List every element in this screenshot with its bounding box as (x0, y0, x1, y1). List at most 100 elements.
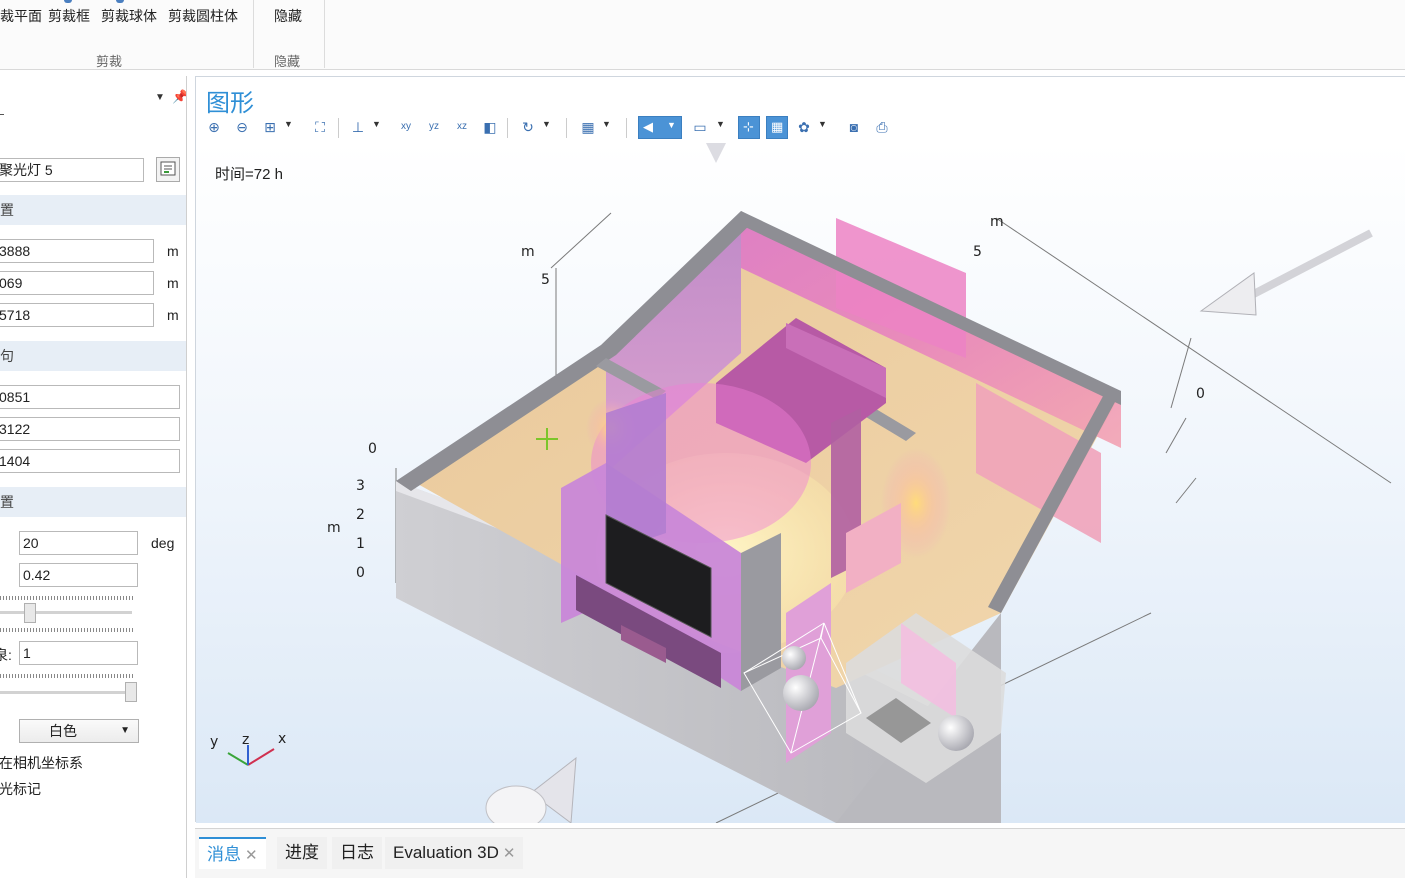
mesh-icon: ▦ (771, 119, 784, 134)
direction-section-header[interactable]: 句 (0, 341, 186, 371)
z-tick-label: 0 (356, 565, 365, 581)
pin-icon[interactable]: 📌 (172, 89, 186, 105)
chevron-down-icon[interactable]: ▼ (372, 119, 381, 129)
name-field[interactable]: 聚光灯 5 (0, 158, 144, 182)
go-to-view-icon[interactable]: ◧ (480, 117, 500, 137)
slider-ticks (0, 628, 133, 632)
bottom-light-cone[interactable] (485, 756, 577, 823)
zoom-out-icon[interactable]: ⊖ (232, 117, 252, 137)
direction-y-field[interactable]: 3122 (0, 417, 180, 441)
grid-toggle[interactable]: ⊹ (738, 116, 760, 139)
intensity-field[interactable]: 0.42 (19, 563, 138, 587)
axis-tick-label: 0 (368, 441, 377, 457)
clip-box-button[interactable]: 剪裁框 (48, 6, 90, 26)
point-light-marker-sphere[interactable] (938, 715, 974, 751)
tab-progress[interactable]: 进度 (277, 837, 327, 869)
chevron-down-icon: ▼ (120, 725, 130, 736)
xz-view-icon[interactable]: xz (452, 117, 472, 137)
triad-z-label: z (242, 732, 249, 748)
spread-slider-thumb[interactable] (125, 682, 137, 702)
ribbon-icon-stub (64, 0, 72, 3)
zoom-box-icon[interactable]: ⊞ (260, 117, 280, 137)
tab-messages-label: 消息 (207, 845, 241, 864)
spread-label: 泉: (0, 647, 12, 663)
graphics-toolbar: ⊕ ⊖ ⊞ ▼ ⛶ ⊥ ▼ xy yz xz ◧ ↻ ▼ ▦ ▼ ◀ ▼ ▭ ▼… (204, 115, 904, 141)
lights-button[interactable]: ◀ ▼ (638, 116, 682, 139)
scene-canvas: m 5 m 5 0 0 3 2 1 0 m x y z (210, 143, 1392, 823)
triad-x-label: x (278, 731, 286, 747)
close-icon[interactable]: ✕ (245, 847, 258, 864)
yz-view-icon[interactable]: yz (424, 117, 444, 137)
print-icon[interactable]: ⎙ (872, 117, 892, 137)
cone-angle-field[interactable]: 20 (19, 531, 138, 555)
intensity-slider-track[interactable] (0, 611, 132, 614)
toolbar-separator (626, 118, 627, 138)
chevron-down-icon[interactable]: ▼ (602, 119, 611, 129)
ribbon-divider (324, 0, 325, 68)
position-z-field[interactable]: 5718 (0, 303, 154, 327)
unit-label: m (167, 243, 179, 259)
mesh-toggle[interactable]: ▦ (766, 116, 788, 139)
clip-group-label: 剪裁 (96, 54, 123, 69)
direction-z-field[interactable]: 1404 (0, 449, 180, 473)
tab-messages[interactable]: 消息 ✕ (199, 837, 266, 869)
camera-coords-checkbox-label[interactable]: 在相机坐标系 (0, 753, 83, 773)
directional-light-arrow[interactable] (1199, 229, 1373, 316)
graphics-title: 图形 (206, 90, 254, 117)
label-options-icon[interactable] (156, 157, 180, 182)
direction-x-field[interactable]: 0851 (0, 385, 180, 409)
light-marker-checkbox-label[interactable]: 光标记 (0, 779, 41, 799)
grid-icon: ⊹ (743, 119, 754, 134)
tab-progress-label: 进度 (285, 843, 319, 862)
ribbon-divider (253, 0, 254, 68)
3d-viewport[interactable]: 时间=72 h m 5 m 5 0 0 3 2 1 0 m x y z (196, 143, 1405, 823)
clip-cylinder-button[interactable]: 剪裁圆柱体 (168, 6, 238, 26)
light-marker-sphere[interactable] (782, 646, 806, 670)
views-icon[interactable]: ▦ (578, 117, 598, 137)
spotlight-marker-sphere[interactable] (783, 675, 819, 711)
light-settings-section-header[interactable]: 置 (0, 487, 186, 517)
panel-menu-caret-icon[interactable]: ▼ (155, 92, 165, 103)
axes-icon[interactable]: ⊥ (348, 117, 368, 137)
color-select[interactable]: 白色 ▼ (19, 719, 139, 743)
rotate-icon[interactable]: ↻ (518, 117, 538, 137)
intensity-slider-thumb[interactable] (24, 603, 36, 623)
xy-view-icon[interactable]: xy (396, 117, 416, 137)
hide-button[interactable]: 隐藏 (274, 6, 302, 26)
z-tick-label: 3 (356, 478, 365, 494)
ribbon: 裁平面 剪裁框 剪裁球体 剪裁圆柱体 剪裁 隐藏 隐藏 (0, 0, 1405, 70)
chevron-down-icon[interactable]: ▼ (716, 119, 725, 129)
close-icon[interactable]: ✕ (503, 845, 516, 862)
zoom-in-icon[interactable]: ⊕ (204, 117, 224, 137)
clip-sphere-button[interactable]: 剪裁球体 (101, 6, 157, 26)
image-snapshot-icon[interactable]: ◙ (844, 117, 864, 137)
corridor-wall (786, 583, 831, 763)
triad-y-label: y (210, 734, 218, 750)
chevron-down-icon[interactable]: ▼ (818, 119, 827, 129)
position-y-field[interactable]: 069 (0, 271, 154, 295)
unit-label: m (167, 307, 179, 323)
partition-edge (741, 533, 781, 691)
zoom-extents-icon[interactable]: ⛶ (310, 117, 330, 137)
spread-field[interactable]: 1 (19, 641, 138, 665)
spread-slider-track[interactable] (0, 691, 132, 694)
tab-evaluation-3d-label: Evaluation 3D (393, 843, 499, 862)
position-section-header[interactable]: 置 (0, 195, 186, 225)
toolbar-separator (507, 118, 508, 138)
scene-light-icon[interactable]: ✿ (794, 117, 814, 137)
position-x-field[interactable]: 3888 (0, 239, 154, 263)
clip-plane-button[interactable]: 裁平面 (0, 6, 42, 26)
toolbar-separator (566, 118, 567, 138)
tab-evaluation-3d[interactable]: Evaluation 3D ✕ (385, 837, 524, 869)
axis-tick-label: 0 (1196, 386, 1205, 402)
top-light-arrow[interactable] (706, 143, 726, 163)
axis-unit-label: m (521, 244, 535, 260)
slider-ticks (0, 596, 133, 600)
tab-log-label: 日志 (340, 843, 374, 862)
render-icon[interactable]: ▭ (690, 117, 710, 137)
graphics-window: 图形 ⊕ ⊖ ⊞ ▼ ⛶ ⊥ ▼ xy yz xz ◧ ↻ ▼ ▦ ▼ ◀ ▼ … (195, 76, 1405, 823)
chevron-down-icon[interactable]: ▼ (542, 119, 551, 129)
tab-log[interactable]: 日志 (332, 837, 382, 869)
color-select-value: 白色 (49, 723, 77, 739)
chevron-down-icon[interactable]: ▼ (284, 119, 293, 129)
